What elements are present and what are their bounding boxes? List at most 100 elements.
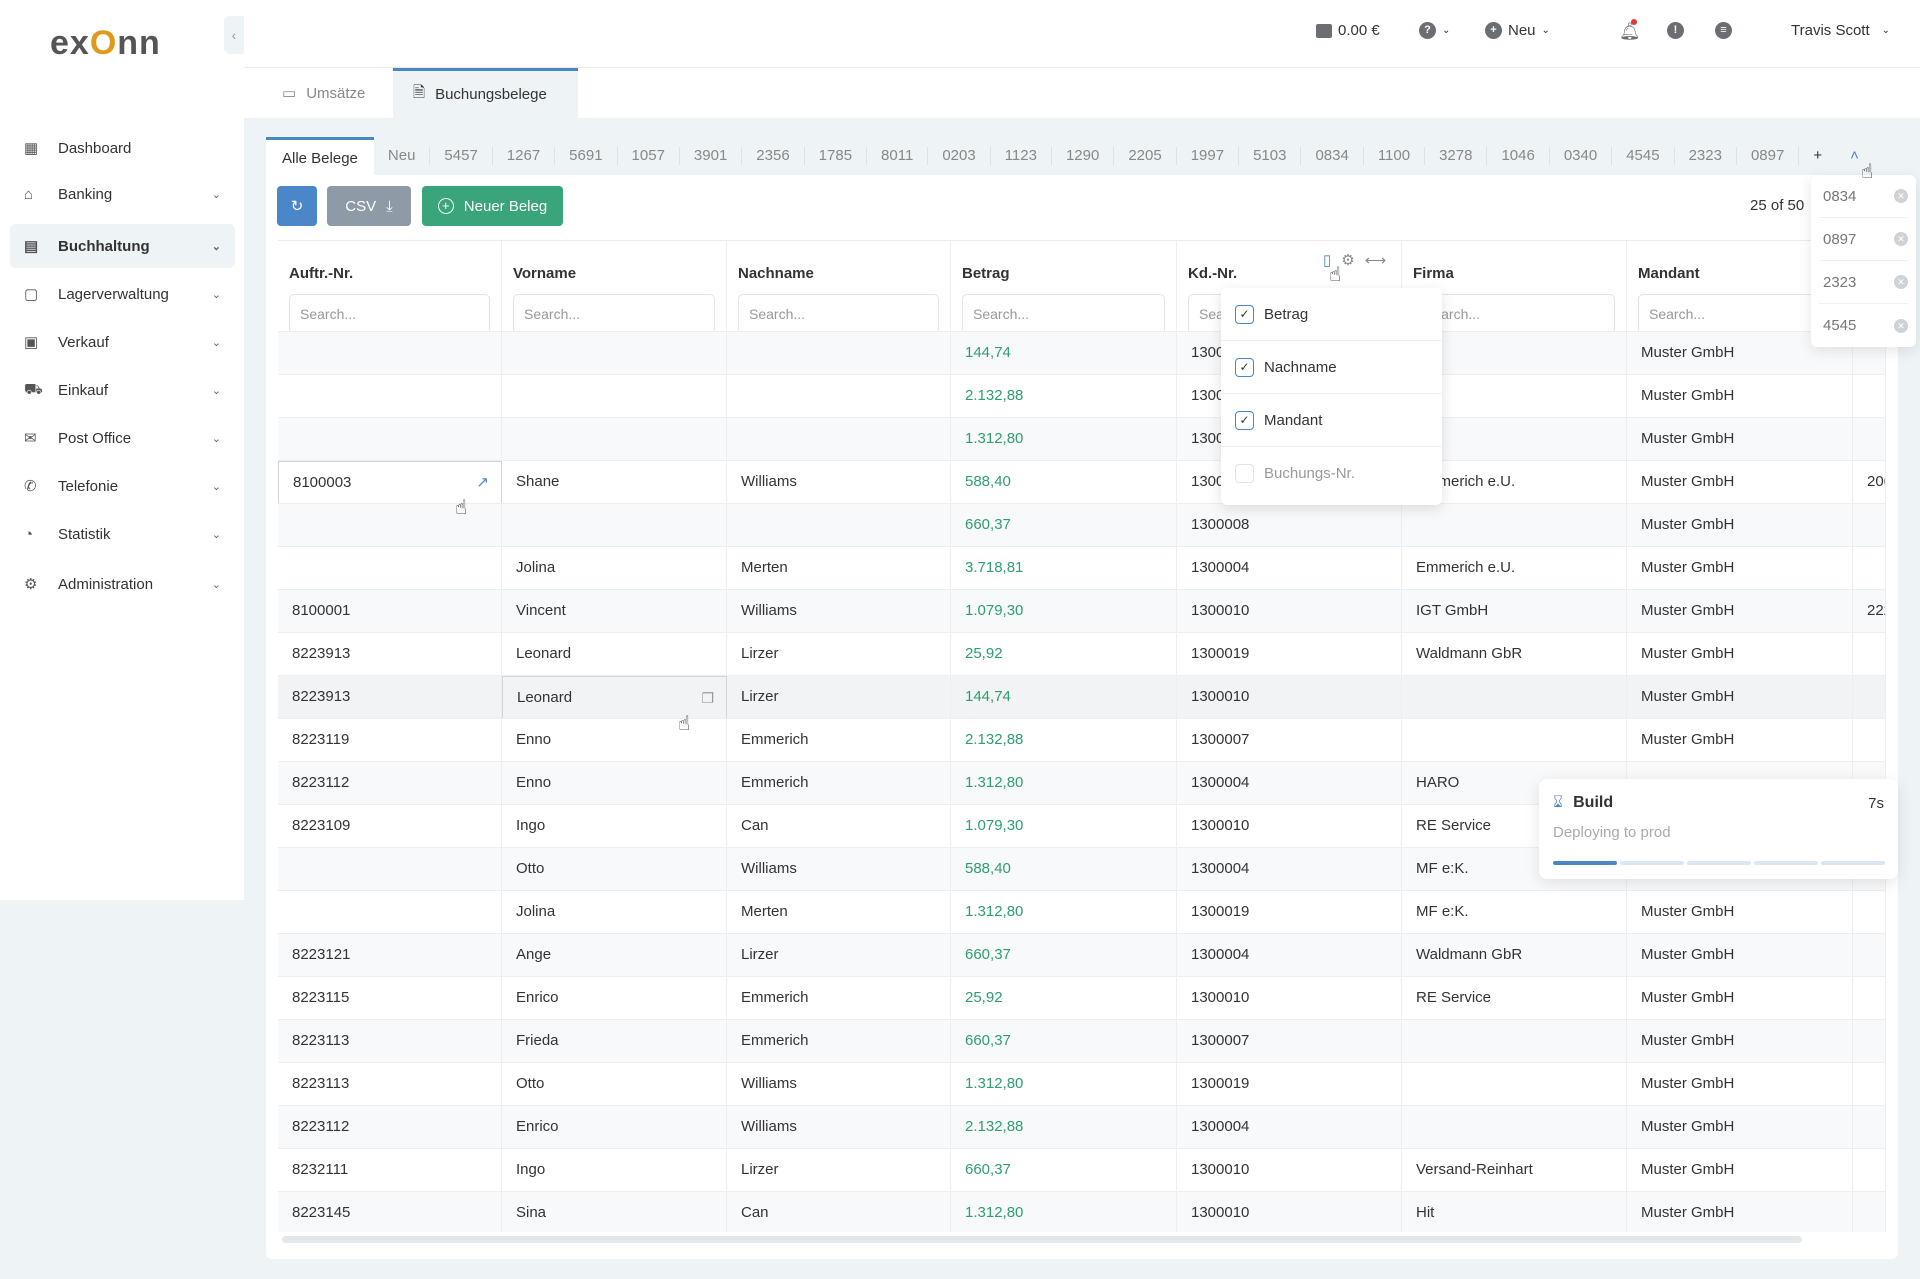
filter-tab[interactable]: 0834 (1301, 147, 1364, 165)
table-cell[interactable] (1853, 1063, 1886, 1106)
filter-tab[interactable]: 1057 (618, 147, 680, 165)
checkbox[interactable] (1235, 464, 1254, 483)
table-cell[interactable]: 25,92 (951, 633, 1177, 676)
table-cell[interactable] (278, 418, 502, 461)
table-cell[interactable]: 1300004 (1177, 547, 1402, 590)
table-cell[interactable]: 588,40 (951, 461, 1177, 504)
filter-tab[interactable]: 4545 (1612, 147, 1675, 165)
checkbox[interactable]: ✓ (1235, 410, 1254, 430)
table-cell[interactable]: Shane (502, 461, 727, 504)
table-cell[interactable]: Muster GmbH (1627, 504, 1853, 547)
table-cell[interactable]: Muster GmbH (1627, 934, 1853, 977)
table-cell[interactable]: Enno (502, 762, 727, 805)
table-cell[interactable]: Williams (727, 1106, 951, 1149)
table-cell[interactable]: 8223109 (278, 805, 502, 848)
csv-export-button[interactable]: CSV ⤓ (327, 186, 411, 226)
filter-tab[interactable]: 1785 (805, 147, 868, 165)
filter-tab[interactable]: 2205 (1114, 147, 1177, 165)
table-cell[interactable]: 8100001 (278, 590, 502, 633)
column-toggle-item[interactable]: Buchungs-Nr. (1221, 447, 1442, 500)
table-cell[interactable] (1853, 418, 1886, 461)
column-search-input[interactable]: Search... (962, 294, 1165, 334)
filter-tab[interactable]: 8011 (867, 147, 929, 165)
table-cell[interactable]: Ingo (502, 805, 727, 848)
table-cell[interactable] (502, 504, 727, 547)
table-cell[interactable]: 8223913 (278, 676, 502, 719)
table-cell[interactable]: Hit (1402, 1192, 1627, 1232)
filter-tab[interactable]: 1997 (1177, 147, 1240, 165)
table-cell[interactable]: 8223145 (278, 1192, 502, 1232)
table-row[interactable]: 8223115 Enrico Emmerich 25,92 1300010 RE Serv… (278, 976, 1886, 1020)
filter-tab[interactable]: 5103 (1239, 147, 1302, 165)
table-row[interactable]: 8232111 Ingo Lirzer 660,37 1300010 Versand-Re… (278, 1148, 1886, 1192)
table-cell[interactable]: Jolina (502, 891, 727, 934)
new-beleg-button[interactable]: + Neuer Beleg (422, 186, 563, 226)
table-cell[interactable]: Muster GmbH (1627, 891, 1853, 934)
table-cell[interactable]: 222 (1853, 590, 1886, 633)
table-row[interactable]: Jolina Merten 1.312,80 1300019 MF e:K. Muster… (278, 890, 1886, 934)
filter-tab[interactable]: 1046 (1487, 147, 1550, 165)
table-cell[interactable]: Williams (727, 1063, 951, 1106)
table-cell[interactable]: Emmerich (727, 1020, 951, 1063)
refresh-button[interactable]: ↻ (277, 186, 317, 226)
table-cell[interactable] (1853, 1020, 1886, 1063)
sidebar-item-statistik[interactable]: ◔ Statistik ⌄ (10, 512, 235, 556)
table-cell[interactable]: 1300010 (1177, 977, 1402, 1020)
external-link-icon[interactable]: ↗ (476, 462, 489, 503)
column-search-input[interactable]: Search... (738, 294, 939, 334)
table-cell[interactable]: Muster GmbH (1627, 1192, 1853, 1232)
table-cell[interactable] (1853, 547, 1886, 590)
table-row[interactable]: 2.132,88 1300 Muster GmbH (278, 374, 1886, 418)
add-tab-button[interactable]: + (1799, 147, 1836, 165)
table-cell[interactable]: 8100003 ↗ (278, 461, 502, 504)
table-cell[interactable]: Williams (727, 590, 951, 633)
table-cell[interactable]: Muster GmbH (1627, 418, 1853, 461)
alerts-button[interactable]: ! (1667, 22, 1684, 39)
table-cell[interactable]: Leonard (502, 633, 727, 676)
table-cell[interactable]: 1300004 (1177, 1106, 1402, 1149)
table-cell[interactable]: 25,92 (951, 977, 1177, 1020)
table-cell[interactable]: 1.312,80 (951, 418, 1177, 461)
filter-tab[interactable]: 5457 (430, 147, 493, 165)
filter-tab[interactable]: 0897 (1737, 147, 1800, 165)
table-cell[interactable]: Lirzer (727, 676, 951, 719)
column-search-input[interactable]: Search... (1413, 294, 1615, 334)
table-cell[interactable]: 8223112 (278, 1106, 502, 1149)
sidebar-item-einkauf[interactable]: ⛟ Einkauf ⌄ (10, 368, 235, 412)
filter-tab[interactable]: 3278 (1425, 147, 1488, 165)
help-menu[interactable]: ? ⌄ (1419, 22, 1450, 39)
table-cell[interactable]: 2.132,88 (951, 719, 1177, 762)
table-row[interactable]: 8223119 Enno Emmerich 2.132,88 1300007 Muster… (278, 718, 1886, 762)
table-cell[interactable]: Merten (727, 891, 951, 934)
table-cell[interactable]: Muster GmbH (1627, 633, 1853, 676)
table-cell[interactable]: 8223113 (278, 1063, 502, 1106)
close-icon[interactable]: ✕ (1894, 318, 1908, 333)
table-cell[interactable]: IGT GmbH (1402, 590, 1627, 633)
table-row[interactable]: 8223121 Ange Lirzer 660,37 1300004 Waldmann G… (278, 933, 1886, 977)
table-cell[interactable] (1853, 719, 1886, 762)
table-cell[interactable]: Ange (502, 934, 727, 977)
copy-icon[interactable]: ❐ (701, 677, 714, 718)
table-cell[interactable]: Versand-Reinhart (1402, 1149, 1627, 1192)
table-cell[interactable]: Muster GmbH (1627, 375, 1853, 418)
filter-tab[interactable]: 3901 (680, 147, 743, 165)
table-cell[interactable]: Can (727, 1192, 951, 1232)
table-cell[interactable]: Otto (502, 1063, 727, 1106)
table-cell[interactable] (1402, 676, 1627, 719)
table-cell[interactable]: Frieda (502, 1020, 727, 1063)
table-cell[interactable]: 2.132,88 (951, 1106, 1177, 1149)
table-cell[interactable]: Emmerich (727, 762, 951, 805)
sidebar-item-telefonie[interactable]: ✆ Telefonie ⌄ (10, 464, 235, 508)
table-row[interactable]: 660,37 1300008 Muster GmbH (278, 503, 1886, 547)
table-cell[interactable]: Waldmann GbR (1402, 934, 1627, 977)
table-cell[interactable]: Emmerich (727, 719, 951, 762)
table-cell[interactable] (502, 332, 727, 375)
table-cell[interactable]: 660,37 (951, 1149, 1177, 1192)
table-cell[interactable]: 8223119 (278, 719, 502, 762)
table-cell[interactable] (278, 891, 502, 934)
table-cell[interactable]: 144,74 (951, 676, 1177, 719)
table-cell[interactable]: Muster GmbH (1627, 676, 1853, 719)
resize-icon[interactable]: ⟷ (1365, 251, 1387, 269)
sidebar-item-banking[interactable]: ⌂ Banking ⌄ (10, 172, 235, 216)
table-cell[interactable]: Muster GmbH (1627, 1106, 1853, 1149)
